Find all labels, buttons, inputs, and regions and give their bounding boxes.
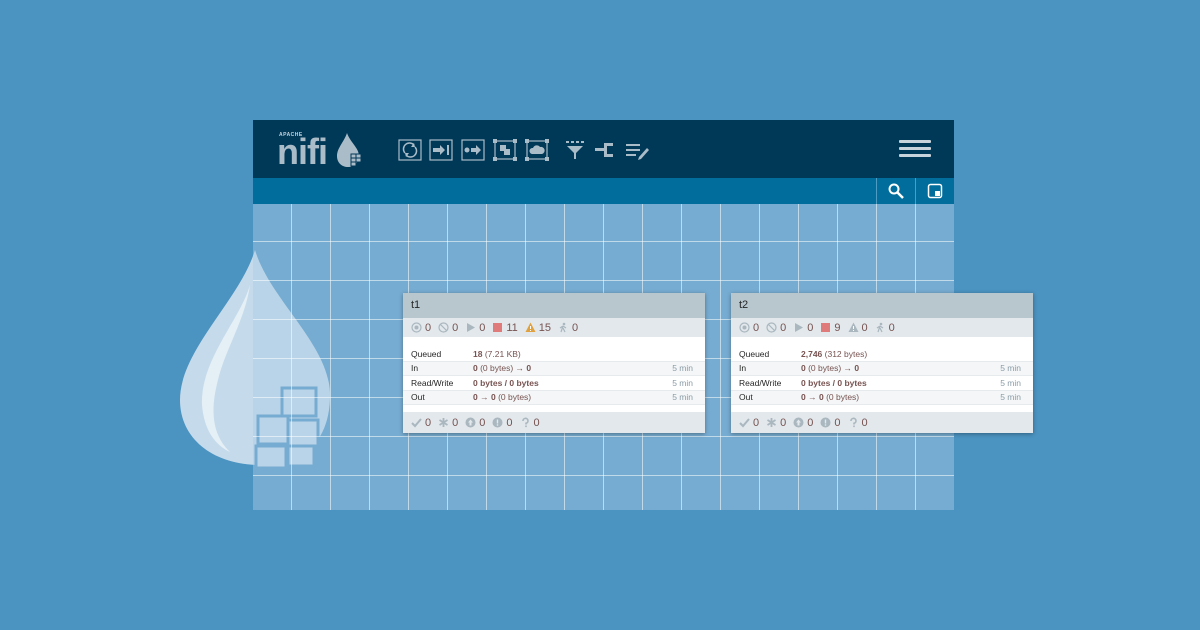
read-write-row: Read/Write 0 bytes / 0 bytes 5 min: [731, 376, 1033, 391]
invalid-stat: 0: [848, 322, 868, 334]
input-port-icon[interactable]: [429, 139, 453, 161]
read-write-row: Read/Write 0 bytes / 0 bytes 5 min: [403, 376, 705, 391]
running-stat: 0: [793, 322, 813, 334]
template-icon[interactable]: [593, 139, 617, 161]
output-port-icon[interactable]: [461, 139, 485, 161]
label-icon[interactable]: [625, 139, 649, 161]
running-stat: 0: [465, 322, 485, 334]
breadcrumb-bar: [253, 178, 954, 204]
process-group-stats: 0 0 0 9 0 0: [731, 318, 1033, 337]
out-row: Out 0 → 0 (0 bytes) 5 min: [403, 390, 705, 405]
question-icon: [521, 417, 529, 428]
stale-stat: 0: [465, 417, 485, 429]
asterisk-icon: [767, 418, 777, 427]
check-icon: [739, 418, 750, 428]
exclamation-circle-icon: [492, 417, 503, 428]
question-icon: [849, 417, 857, 428]
stopped-stat: 9: [820, 322, 841, 334]
up-arrow-circle-icon: [465, 417, 476, 428]
logo-drop-icon: [337, 133, 362, 167]
disabled-stat: 0: [558, 322, 578, 334]
check-icon: [411, 418, 422, 428]
not-transmitting-icon: [438, 322, 449, 333]
version-stats: 0 0 0 0 0: [731, 412, 1033, 433]
birdseye-button[interactable]: [915, 178, 953, 204]
process-group-rows: Queued 2,746 (312 bytes) In 0 (0 bytes) → …: [731, 347, 1033, 405]
locally-modified-stale-stat: 0: [492, 417, 513, 429]
exclamation-circle-icon: [820, 417, 831, 428]
up-arrow-circle-icon: [793, 417, 804, 428]
search-button[interactable]: [876, 178, 914, 204]
sync-failure-stat: 0: [848, 417, 868, 429]
transmitting-stat: 0: [411, 322, 431, 334]
transmitting-icon: [411, 322, 422, 333]
process-group-title: t1: [403, 293, 705, 318]
up-to-date-stat: 0: [411, 417, 431, 429]
not-transmitting-icon: [766, 322, 777, 333]
warning-icon: [848, 322, 858, 332]
not-transmitting-stat: 0: [438, 322, 458, 334]
asterisk-icon: [439, 418, 449, 427]
invalid-stat: 15: [525, 322, 551, 334]
locally-modified-stale-stat: 0: [820, 417, 841, 429]
up-to-date-stat: 0: [739, 417, 759, 429]
warning-icon: [525, 322, 536, 332]
header-bar: APACHE nifi: [253, 120, 954, 178]
birdseye-icon: [927, 183, 942, 199]
remote-process-group-icon[interactable]: [525, 139, 549, 161]
process-group-icon[interactable]: [493, 139, 517, 161]
logo-word: nifi: [277, 131, 328, 172]
disabled-icon: [876, 322, 883, 333]
not-transmitting-stat: 0: [766, 322, 786, 334]
play-icon: [795, 323, 804, 332]
version-stats: 0 0 0 0 0: [403, 412, 705, 433]
in-row: In 0 (0 bytes) → 05 min: [403, 361, 705, 376]
play-icon: [467, 323, 476, 332]
process-group-title: t2: [731, 293, 1033, 318]
in-row: In 0 (0 bytes) → 05 min: [731, 361, 1033, 376]
processor-icon[interactable]: [398, 139, 422, 161]
global-menu-button[interactable]: [899, 140, 931, 160]
stale-stat: 0: [793, 417, 813, 429]
queued-row: Queued 18 (7.21 KB): [403, 347, 705, 362]
search-icon: [888, 183, 904, 199]
nifi-logo: APACHE nifi: [277, 132, 369, 172]
stop-icon: [821, 323, 831, 332]
locally-modified-stat: 0: [438, 417, 458, 429]
disabled-icon: [559, 322, 567, 333]
out-row: Out 0 → 0 (0 bytes) 5 min: [731, 390, 1033, 405]
queued-row: Queued 2,746 (312 bytes): [731, 347, 1033, 362]
stopped-stat: 11: [492, 322, 518, 334]
disabled-stat: 0: [875, 322, 895, 334]
transmitting-icon: [739, 322, 750, 333]
locally-modified-stat: 0: [766, 417, 786, 429]
process-group-card[interactable]: t2 0 0 0 9 0 0 Queued 2,746 (312 bytes) I…: [731, 293, 1033, 433]
sync-failure-stat: 0: [520, 417, 540, 429]
process-group-card[interactable]: t1 0 0 0 11 15 0 Queued 18 (7.21 KB) In 0 …: [403, 293, 705, 433]
process-group-rows: Queued 18 (7.21 KB) In 0 (0 bytes) → 05 mi…: [403, 347, 705, 405]
stop-icon: [493, 323, 503, 332]
funnel-icon[interactable]: [563, 139, 587, 161]
process-group-stats: 0 0 0 11 15 0: [403, 318, 705, 337]
transmitting-stat: 0: [739, 322, 759, 334]
